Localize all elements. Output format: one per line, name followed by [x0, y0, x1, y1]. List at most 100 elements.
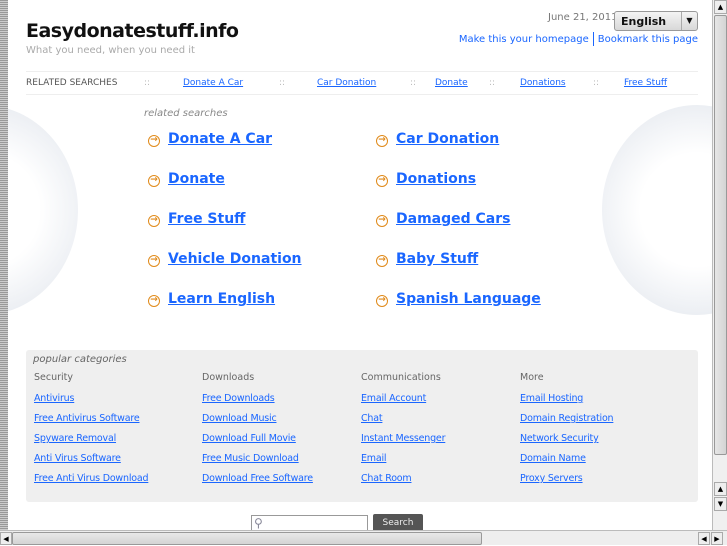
separator: :: — [593, 78, 600, 88]
category-link[interactable]: Email Hosting — [520, 393, 613, 405]
popular-categories: popular categories Security Antivirus Free… — [26, 350, 698, 502]
related-link-item[interactable]: → Spanish Language — [376, 291, 541, 307]
category-link[interactable]: Free Antivirus Software — [34, 413, 148, 425]
category-link[interactable]: Instant Messenger — [361, 433, 445, 445]
arrow-right-icon: → — [376, 255, 388, 267]
language-value: English — [621, 15, 667, 28]
related-link-item[interactable]: → Baby Stuff — [376, 251, 478, 267]
category-link[interactable]: Network Security — [520, 433, 613, 445]
arrow-right-icon: → — [148, 255, 160, 267]
category-title: Communications — [361, 372, 441, 383]
related-link[interactable]: Learn English — [168, 291, 275, 307]
bar-link[interactable]: Donate — [435, 78, 468, 88]
arrow-right-icon: → — [376, 175, 388, 187]
related-link-item[interactable]: → Donations — [376, 171, 476, 187]
related-link[interactable]: Vehicle Donation — [168, 251, 302, 267]
decorative-circle — [602, 105, 712, 315]
category-link[interactable]: Download Free Software — [202, 473, 313, 485]
popular-heading: popular categories — [33, 354, 127, 365]
related-link-item[interactable]: → Vehicle Donation — [148, 251, 302, 267]
category-link[interactable]: Domain Name — [520, 453, 613, 465]
related-link[interactable]: Donate A Car — [168, 131, 272, 147]
page: Easydonatestuff.info What you need, when… — [8, 0, 712, 530]
scrollbar-thumb[interactable] — [12, 532, 482, 545]
category-title: Security — [34, 372, 74, 383]
arrow-right-icon: → — [148, 215, 160, 227]
horizontal-scrollbar[interactable]: ◀ ◀ ▶ — [0, 530, 727, 545]
category-column: More Email Hosting Domain Registration Netw… — [520, 372, 614, 493]
bar-link[interactable]: Donate A Car — [183, 78, 243, 88]
site-title: Easydonatestuff.info — [26, 20, 239, 42]
language-select[interactable]: English ▼ — [614, 11, 698, 31]
related-link[interactable]: Donate — [168, 171, 225, 187]
search-input[interactable]: ⚲ — [251, 515, 368, 530]
category-link[interactable]: Proxy Servers — [520, 473, 613, 485]
scroll-left-icon[interactable]: ◀ — [0, 532, 12, 545]
related-link[interactable]: Donations — [396, 171, 476, 187]
related-link-item[interactable]: → Damaged Cars — [376, 211, 510, 227]
category-link[interactable]: Antivirus — [34, 393, 148, 405]
category-link[interactable]: Chat Room — [361, 473, 445, 485]
category-link[interactable]: Chat — [361, 413, 445, 425]
tagline: What you need, when you need it — [26, 45, 195, 56]
scroll-up-icon[interactable]: ▲ — [714, 482, 727, 496]
category-column: Downloads Free Downloads Download Music Dow… — [202, 372, 313, 493]
category-link[interactable]: Anti Virus Software — [34, 453, 148, 465]
date: June 21, 2011 — [548, 12, 618, 23]
bookmark-link[interactable]: Bookmark this page — [598, 34, 698, 45]
scroll-right-icon[interactable]: ▶ — [711, 532, 723, 545]
vertical-scrollbar[interactable]: ▲ ▲ ▼ — [712, 0, 727, 530]
divider — [592, 32, 594, 46]
make-homepage-link[interactable]: Make this your homepage — [459, 34, 589, 45]
scroll-down-icon[interactable]: ▼ — [714, 497, 727, 511]
top-links: Make this your homepage Bookmark this pag… — [459, 32, 698, 46]
search-icon: ⚲ — [254, 516, 263, 530]
related-link[interactable]: Spanish Language — [396, 291, 541, 307]
category-link[interactable]: Email Account — [361, 393, 445, 405]
related-link[interactable]: Car Donation — [396, 131, 499, 147]
category-link[interactable]: Download Music — [202, 413, 313, 425]
window-edge — [0, 0, 8, 530]
category-column: Communications Email Account Chat Instant M… — [361, 372, 445, 493]
category-title: More — [520, 372, 544, 383]
bar-link[interactable]: Car Donation — [317, 78, 376, 88]
related-link-item[interactable]: → Donate A Car — [148, 131, 272, 147]
scroll-up-icon[interactable]: ▲ — [714, 0, 727, 14]
related-searches-bar: RELATED SEARCHES :: Donate A Car :: Car … — [26, 71, 698, 95]
scroll-left-icon[interactable]: ◀ — [698, 532, 710, 545]
category-link[interactable]: Email — [361, 453, 445, 465]
related-link-item[interactable]: → Free Stuff — [148, 211, 246, 227]
bar-link[interactable]: Free Stuff — [624, 78, 667, 88]
related-link[interactable]: Free Stuff — [168, 211, 246, 227]
separator: :: — [279, 78, 286, 88]
separator: :: — [489, 78, 496, 88]
arrow-right-icon: → — [148, 175, 160, 187]
category-title: Downloads — [202, 372, 255, 383]
related-heading: related searches — [144, 108, 228, 119]
arrow-right-icon: → — [148, 295, 160, 307]
bar-link[interactable]: Donations — [520, 78, 566, 88]
separator: :: — [410, 78, 417, 88]
related-link-item[interactable]: → Learn English — [148, 291, 275, 307]
related-link[interactable]: Damaged Cars — [396, 211, 510, 227]
decorative-circle — [8, 105, 78, 315]
category-link[interactable]: Spyware Removal — [34, 433, 148, 445]
chevron-down-icon: ▼ — [681, 12, 697, 30]
category-link[interactable]: Download Full Movie — [202, 433, 313, 445]
arrow-right-icon: → — [376, 215, 388, 227]
related-link-item[interactable]: → Donate — [148, 171, 225, 187]
category-column: Security Antivirus Free Antivirus Software… — [34, 372, 149, 493]
category-link[interactable]: Free Downloads — [202, 393, 313, 405]
related-link-item[interactable]: → Car Donation — [376, 131, 499, 147]
arrow-right-icon: → — [376, 295, 388, 307]
arrow-right-icon: → — [376, 135, 388, 147]
arrow-right-icon: → — [148, 135, 160, 147]
category-link[interactable]: Free Music Download — [202, 453, 313, 465]
scrollbar-thumb[interactable] — [714, 15, 727, 455]
related-link[interactable]: Baby Stuff — [396, 251, 478, 267]
search-button[interactable]: Search — [373, 514, 423, 530]
separator: :: — [144, 78, 151, 88]
category-link[interactable]: Free Anti Virus Download — [34, 473, 149, 485]
related-searches-label: RELATED SEARCHES — [26, 78, 118, 88]
category-link[interactable]: Domain Registration — [520, 413, 614, 425]
